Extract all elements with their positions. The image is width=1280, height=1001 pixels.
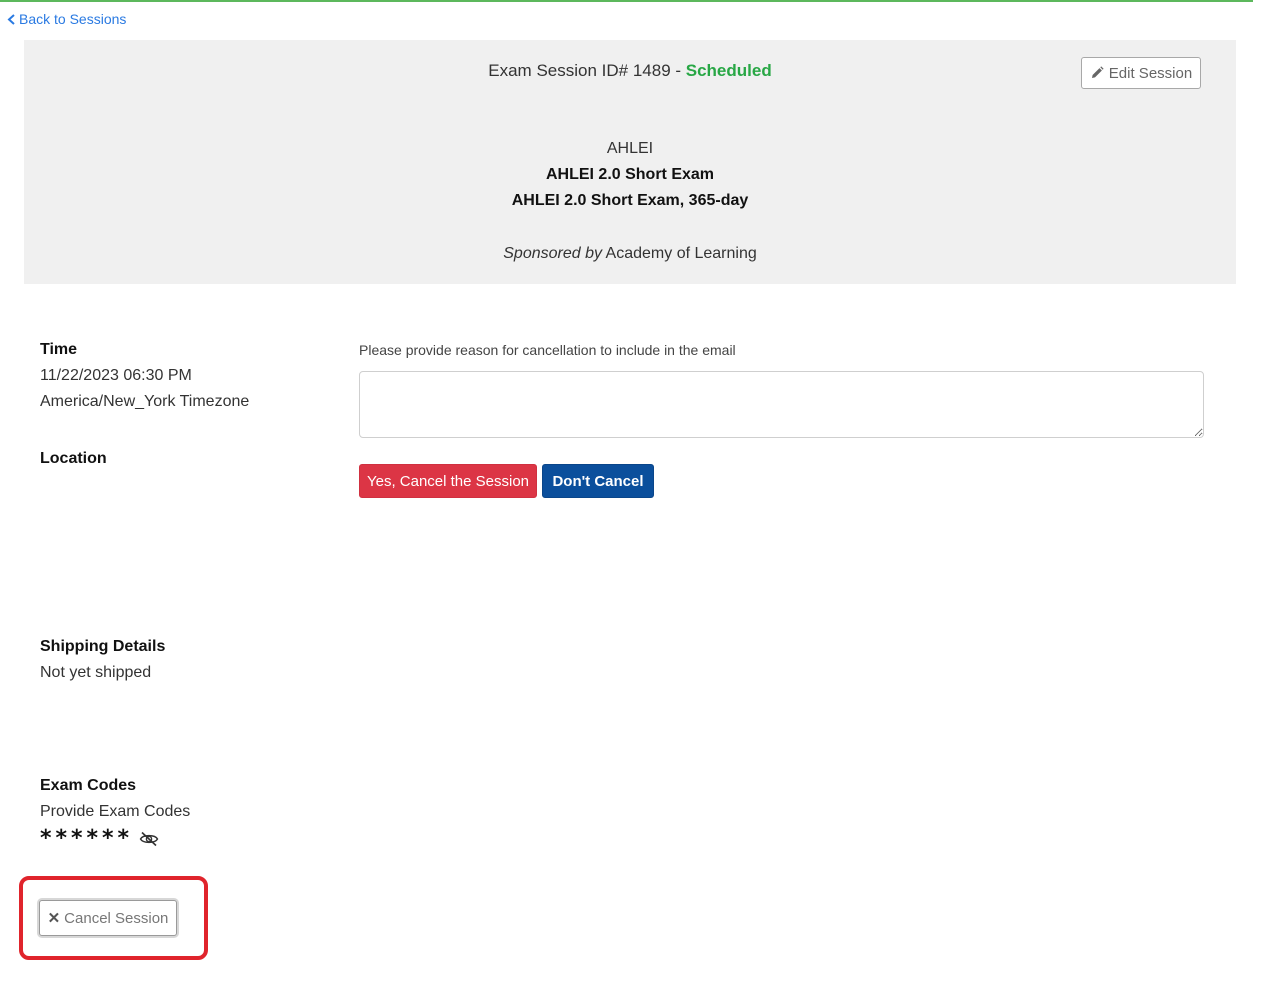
masked-exam-codes: ****** — [40, 826, 159, 851]
edit-session-label: Edit Session — [1108, 64, 1193, 82]
time-value: 11/22/2023 06:30 PM — [40, 367, 192, 384]
sponsor-line: Sponsored by Academy of Learning — [24, 245, 1236, 263]
edit-session-button[interactable]: Edit Session — [1081, 57, 1201, 89]
pencil-icon — [1091, 66, 1104, 78]
back-to-sessions-link[interactable]: Back to Sessions — [7, 11, 126, 27]
shipping-value: Not yet shipped — [40, 664, 152, 681]
confirm-cancel-button[interactable]: Yes, Cancel the Session — [359, 464, 537, 498]
close-icon: ✕ — [47, 910, 61, 927]
top-divider — [0, 0, 1253, 2]
location-label: Location — [40, 450, 107, 467]
cancel-session-button[interactable]: ✕ Cancel Session — [39, 900, 177, 936]
exam-codes-link[interactable]: Provide Exam Codes — [40, 803, 190, 821]
chevron-left-icon — [7, 13, 15, 25]
exam-variant: AHLEI 2.0 Short Exam, 365-day — [511, 192, 749, 209]
back-link-label: Back to Sessions — [19, 11, 127, 27]
masked-codes-text: ****** — [40, 826, 134, 851]
cancel-session-label: Cancel Session — [64, 909, 169, 927]
sponsor-prefix: Sponsored by — [503, 245, 602, 262]
status-badge: Scheduled — [685, 61, 772, 80]
cancellation-reason-input[interactable] — [359, 371, 1204, 438]
exam-codes-label: Exam Codes — [40, 777, 137, 794]
exam-name: AHLEI 2.0 Short Exam — [545, 166, 715, 183]
timezone-value: America/New_York Timezone — [40, 393, 250, 410]
session-header-panel: Exam Session ID# 1489 - Scheduled Edit S… — [24, 40, 1236, 284]
session-id: Exam Session ID# 1489 - — [488, 61, 686, 80]
organization-name: AHLEI — [606, 140, 654, 157]
sponsor-name: Academy of Learning — [605, 245, 757, 262]
session-title: Exam Session ID# 1489 - Scheduled — [24, 61, 1236, 81]
dont-cancel-button[interactable]: Don't Cancel — [542, 464, 654, 498]
shipping-label: Shipping Details — [40, 638, 166, 655]
eye-slash-icon[interactable] — [139, 831, 159, 847]
time-label: Time — [40, 341, 78, 358]
cancellation-reason-prompt: Please provide reason for cancellation t… — [359, 342, 736, 358]
